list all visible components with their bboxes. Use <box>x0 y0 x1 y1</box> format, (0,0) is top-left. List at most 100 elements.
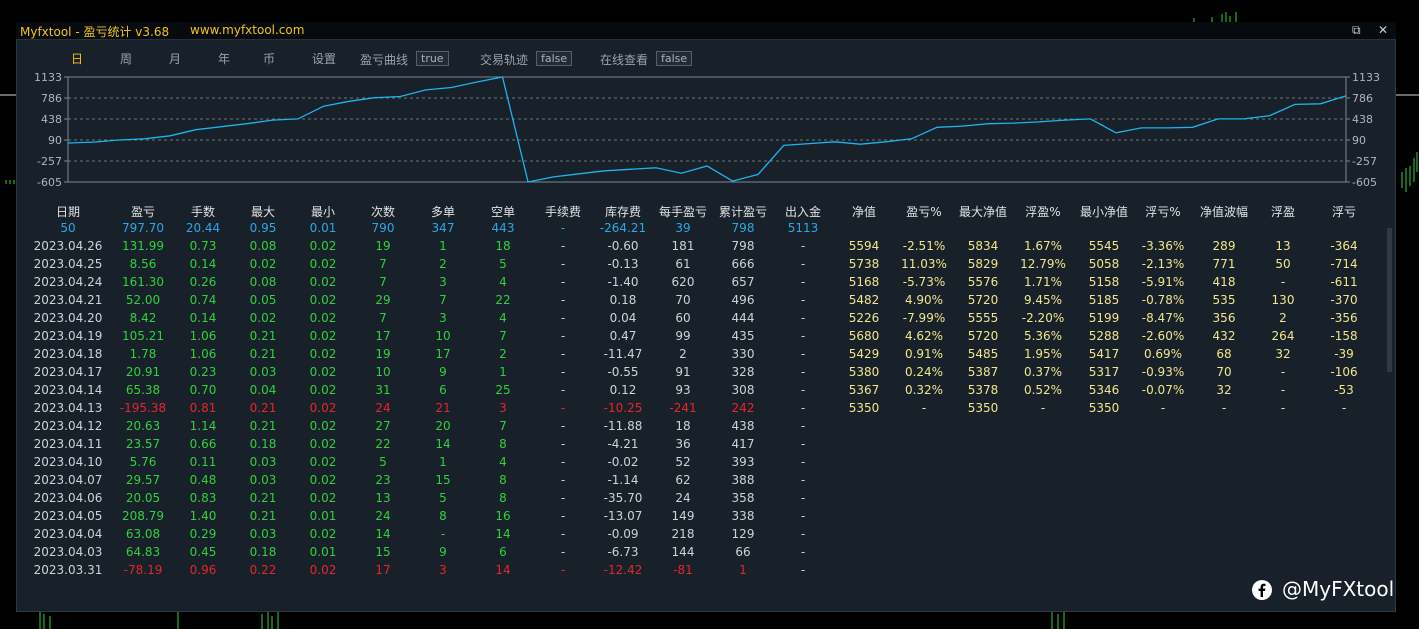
y-tick-label: 1133 <box>1352 71 1380 84</box>
equity-cell: 5.36% <box>1023 329 1063 343</box>
table-cell: -11.88 <box>603 419 643 433</box>
table-cell: - <box>560 329 566 343</box>
close-icon[interactable]: ✕ <box>1378 23 1388 37</box>
table-cell: 10 <box>375 365 391 379</box>
table-cell: 21 <box>435 401 451 415</box>
equity-cell: 12.79% <box>1020 257 1066 271</box>
equity-cell: -0.07% <box>1141 383 1185 397</box>
table-cell: - <box>800 365 806 379</box>
equity-cell: 5380 <box>848 365 880 379</box>
equity-curve-chart: 1133 1133 786 786 438 438 90 90 -257 -257 -605 -605 <box>34 71 1380 189</box>
summary-cell: 790 <box>371 221 395 235</box>
table-cell: 0.03 <box>249 527 277 541</box>
restore-icon[interactable]: ⧉ <box>1352 23 1361 38</box>
tab-year[interactable]: 年 <box>218 50 230 67</box>
table-cell: 7 <box>379 257 387 271</box>
tab-week[interactable]: 周 <box>120 50 132 67</box>
table-cell: 0.26 <box>189 275 217 289</box>
table-cell: 14 <box>495 563 511 577</box>
equity-cell: - <box>1040 401 1046 415</box>
column-header: 净值波幅 <box>1199 205 1249 219</box>
equity-cell: 5429 <box>848 347 880 361</box>
equity-curve-label: 盈亏曲线 <box>360 53 409 67</box>
table-cell: - <box>560 437 566 451</box>
equity-curve-toggle[interactable]: true <box>416 51 449 66</box>
table-cell: 22 <box>495 293 511 307</box>
tab-currency[interactable]: 币 <box>263 50 275 67</box>
equity-cell: 1.71% <box>1023 275 1063 289</box>
table-cell: 16 <box>495 509 511 523</box>
table-cell: 0.45 <box>189 545 217 559</box>
table-cell: 0.01 <box>309 509 337 523</box>
equity-cell: -39 <box>1334 347 1354 361</box>
equity-cell: -370 <box>1330 293 1358 307</box>
y-tick-label: -605 <box>37 176 62 189</box>
equity-cell: 418 <box>1212 275 1236 289</box>
table-cell: - <box>800 401 806 415</box>
summary-cell: 39 <box>675 221 691 235</box>
table-cell: 0.14 <box>189 257 217 271</box>
table-cell: 5 <box>379 455 387 469</box>
column-header: 净值 <box>851 205 877 219</box>
equity-cell: -2.20% <box>1021 311 1065 325</box>
equity-cell: 264 <box>1271 329 1295 343</box>
date-cell: 2023.04.12 <box>33 419 103 433</box>
equity-cell: - <box>1160 401 1166 415</box>
summary-cell: 5113 <box>787 221 819 235</box>
table-cell: 17 <box>375 563 391 577</box>
equity-cell: -106 <box>1330 365 1358 379</box>
table-cell: 27 <box>375 419 391 433</box>
table-cell: 0.29 <box>189 527 217 541</box>
table-cell: 0.81 <box>189 401 217 415</box>
equity-cell: - <box>1280 365 1286 379</box>
table-scrollbar[interactable] <box>1387 228 1392 372</box>
table-cell: 19 <box>375 347 391 361</box>
equity-cell: 0.32% <box>904 383 944 397</box>
online-view-label: 在线查看 <box>600 53 649 67</box>
table-cell: - <box>560 473 566 487</box>
column-header: 日期 <box>55 205 81 219</box>
table-cell: -0.60 <box>607 239 639 253</box>
online-view-toggle[interactable]: false <box>656 51 693 66</box>
table-cell: 0.02 <box>309 239 337 253</box>
equity-cell: 289 <box>1212 239 1236 253</box>
equity-cell: 13 <box>1275 239 1291 253</box>
table-cell: 7 <box>379 311 387 325</box>
date-cell: 2023.04.13 <box>33 401 103 415</box>
table-cell: - <box>560 383 566 397</box>
equity-cell: -158 <box>1330 329 1358 343</box>
date-cell: 2023.04.06 <box>33 491 103 505</box>
tab-day[interactable]: 日 <box>71 50 83 67</box>
window-titlebar[interactable]: Myfxtool - 盈亏统计 v3.68 www.myfxtool.com ⧉… <box>16 22 1396 40</box>
tab-month[interactable]: 月 <box>169 50 181 67</box>
date-cell: 2023.04.26 <box>33 239 103 253</box>
table-cell: 10 <box>435 329 451 343</box>
website-link[interactable]: www.myfxtool.com <box>190 23 304 37</box>
trade-track-toggle[interactable]: false <box>536 51 573 66</box>
table-cell: 8 <box>499 473 507 487</box>
table-cell: 13 <box>375 491 391 505</box>
table-cell: 218 <box>671 527 695 541</box>
table-cell: 0.02 <box>309 491 337 505</box>
date-cell: 2023.04.19 <box>33 329 103 343</box>
table-cell: 64.83 <box>125 545 161 559</box>
table-cell: 1 <box>439 455 447 469</box>
table-cell: 0.03 <box>249 365 277 379</box>
equity-cell: -0.93% <box>1141 365 1185 379</box>
equity-cell: 68 <box>1216 347 1232 361</box>
column-header: 出入金 <box>784 205 822 219</box>
table-cell: - <box>560 311 566 325</box>
table-cell: 0.21 <box>249 491 277 505</box>
equity-cell: -2.51% <box>902 239 946 253</box>
table-cell: 0.21 <box>249 347 277 361</box>
column-header: 最小净值 <box>1079 205 1129 219</box>
table-cell: - <box>800 473 806 487</box>
table-cell: 29.57 <box>125 473 161 487</box>
table-cell: 1 <box>439 239 447 253</box>
table-cell: - <box>560 239 566 253</box>
table-cell: 0.05 <box>249 293 277 307</box>
table-cell: 0.02 <box>309 455 337 469</box>
equity-cell: 5168 <box>848 275 880 289</box>
tab-settings[interactable]: 设置 <box>312 50 336 67</box>
equity-cell: - <box>1221 401 1227 415</box>
